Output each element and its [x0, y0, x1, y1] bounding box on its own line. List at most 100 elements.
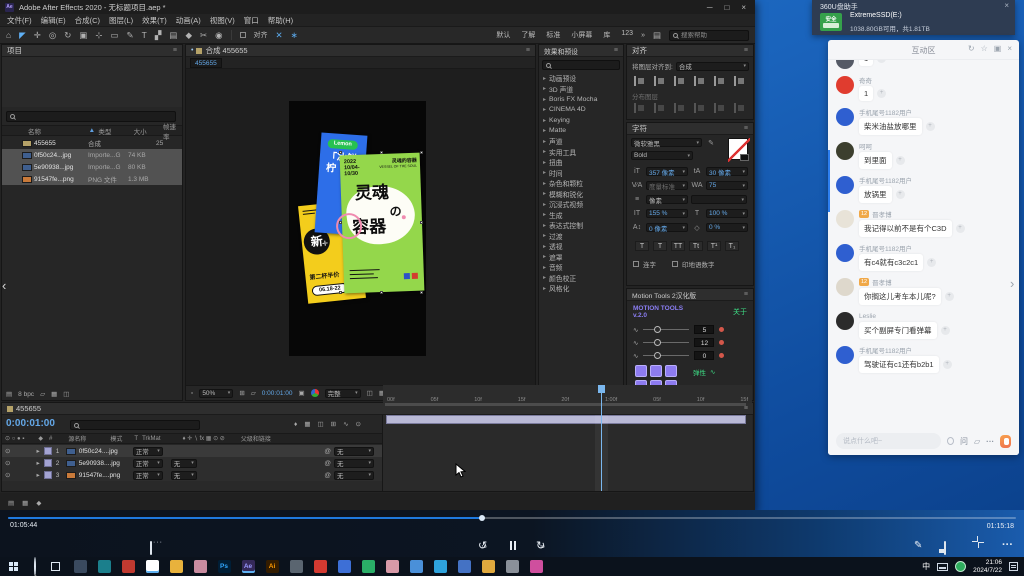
twirl-icon[interactable]: ▸ [543, 159, 546, 166]
parent-select[interactable]: 无▾ [334, 447, 374, 456]
notes-pencil-icon[interactable]: ✎ [914, 541, 922, 551]
trkmat-select[interactable]: 无▾ [171, 471, 197, 480]
layer-name[interactable]: 5e90938....jpg [79, 460, 133, 467]
graph-editor-icon[interactable]: ⊙ [356, 420, 361, 428]
timeline-search-input[interactable] [82, 422, 146, 429]
notification-center-icon[interactable] [1009, 562, 1018, 571]
effect-category[interactable]: ▸ Keying [539, 115, 623, 126]
chat-message[interactable]: 手机尾号1182用户 驾驶证有c1还有b2b1 + [836, 346, 1011, 373]
project-row[interactable]: 455655 合成 25 [2, 137, 182, 149]
twirl-icon[interactable]: ▸ [543, 201, 546, 208]
motion-tools-tab[interactable]: Motion Tools 2汉化版≡ [627, 289, 753, 301]
ask-label[interactable]: 问 [960, 436, 968, 447]
mask-visibility-icon[interactable]: ✕ [276, 31, 283, 40]
clock[interactable]: 21:062024/7/22 [973, 559, 1002, 575]
delete-icon[interactable]: ◫ [63, 390, 69, 398]
panel-menu-icon[interactable]: ≡ [526, 47, 530, 54]
poster-green-layer[interactable]: 2022 10/04- 10/30 灵魂的容器 VESSEL OF THE SO… [340, 153, 425, 294]
eye-icon[interactable]: ⊙ [5, 471, 10, 479]
distribute-icon[interactable] [673, 103, 686, 113]
chat-message[interactable]: 12 晋孝博 我记得以前不是有个C3D + [836, 210, 1011, 237]
twirl-icon[interactable]: ▸ [543, 190, 546, 197]
menu-item[interactable]: 图层(L) [109, 15, 133, 26]
twirl-icon[interactable]: ▸ [543, 127, 546, 134]
twirl-icon[interactable]: ▸ [543, 274, 546, 281]
avatar[interactable] [836, 176, 854, 194]
avatar[interactable] [836, 60, 854, 69]
effect-category[interactable]: ▸ 过渡 [539, 231, 623, 242]
distribute-icon[interactable] [733, 103, 746, 113]
twirl-icon[interactable]: ▸ [543, 138, 546, 145]
panel-menu-icon[interactable]: ≡ [744, 405, 748, 412]
workspace-tab[interactable]: 标准 [546, 30, 560, 40]
slider-knob[interactable] [654, 339, 661, 346]
project-columns[interactable]: 名称 ▲ 类型 大小 帧速率 [2, 125, 182, 136]
effect-category[interactable]: ▸ 透视 [539, 241, 623, 252]
brush-tool-icon[interactable]: ▞ [155, 31, 162, 40]
effects-search-input[interactable] [554, 62, 606, 69]
chat-input[interactable] [836, 433, 941, 449]
sort-icon[interactable]: ▲ [89, 127, 99, 134]
panel-menu-icon[interactable]: ≡ [173, 47, 177, 54]
trkmat-select[interactable]: 无▾ [171, 459, 197, 468]
selection-handle[interactable] [380, 291, 383, 294]
taskbar-app-icon[interactable] [314, 560, 327, 573]
chat-message-list[interactable]: 1 + 奇奇 1 + [828, 60, 1019, 427]
avatar[interactable] [836, 108, 854, 126]
blend-mode-select[interactable]: 正常▾ [133, 447, 163, 456]
chat-message[interactable]: 手机尾号1182用户 柴米油盐放哪里 + [836, 108, 1011, 135]
close-button[interactable]: × [741, 3, 746, 12]
message-emoji-icon[interactable]: + [945, 292, 954, 301]
distribute-icon[interactable] [653, 103, 666, 113]
viewer-timecode[interactable]: 0:00:01:00 [262, 390, 293, 397]
ask-toggle-icon[interactable] [947, 437, 954, 445]
mask-toggle-icon[interactable]: ▱ [251, 389, 256, 397]
label-color-chip[interactable] [44, 459, 52, 467]
horizontal-scale-select[interactable]: 100 %▾ [706, 209, 748, 218]
snapshot-icon[interactable]: ▣ [299, 389, 305, 397]
selection-handle[interactable] [420, 151, 423, 154]
motion-blur-toggle-icon[interactable]: ∿ [343, 420, 348, 428]
composition-mini-flowchart-icon[interactable]: ♦ [294, 421, 297, 428]
message-emoji-icon[interactable]: + [927, 258, 936, 267]
type-style-button[interactable]: T₁ [725, 241, 739, 251]
effect-category[interactable]: ▸ 沉浸式视频 [539, 199, 623, 210]
effect-category[interactable]: ▸ 遮罩 [539, 252, 623, 263]
seek-knob[interactable] [479, 515, 485, 521]
interpret-footage-icon[interactable]: ▤ [6, 390, 12, 398]
time-ruler[interactable]: 00f05f10f15f20f1:00f05f10f15f [383, 385, 752, 403]
puppet-pin-tool-icon[interactable]: ◉ [215, 31, 222, 40]
effect-category[interactable]: ▸ 动画预设 [539, 73, 623, 84]
home-tool-icon[interactable]: ⌂ [6, 31, 11, 40]
timeline-timecode[interactable]: 0:00:01:00 [6, 418, 55, 429]
taskbar-app-icon[interactable] [410, 560, 423, 573]
label-color-chip[interactable] [44, 447, 52, 455]
avatar[interactable] [836, 142, 854, 160]
effect-category[interactable]: ▸ 风格化 [539, 283, 623, 294]
twirl-icon[interactable]: ▸ [543, 117, 546, 124]
frame-blend-icon[interactable]: ⊞ [331, 420, 336, 428]
tray-app-icon[interactable] [955, 561, 966, 572]
effect-category[interactable]: ▸ 模糊和锐化 [539, 189, 623, 200]
parent-select[interactable]: 无▾ [334, 471, 374, 480]
grid-guides-icon[interactable]: ⊞ [239, 389, 244, 397]
blend-mode-select[interactable]: 正常▾ [133, 471, 163, 480]
effect-category[interactable]: ▸ 表达式控制 [539, 220, 623, 231]
draft-3d-icon[interactable]: ▦ [304, 420, 310, 428]
slider-knob[interactable] [654, 352, 661, 359]
distribute-icon[interactable] [693, 103, 706, 113]
taskbar-app-icon[interactable] [482, 560, 495, 573]
baseline-shift-select[interactable]: 0 像素▾ [646, 223, 688, 232]
distribute-icon[interactable] [633, 103, 646, 113]
danmaku-icon[interactable] [150, 543, 152, 554]
twirl-icon[interactable]: ▸ [543, 96, 546, 103]
twirl-icon[interactable]: ▸ [36, 447, 39, 455]
taskbar-app-icon[interactable]: Ai [266, 560, 279, 573]
timeline-search[interactable] [70, 420, 200, 430]
menu-item[interactable]: 合成(C) [75, 15, 100, 26]
chat-message[interactable]: 手机尾号1182用户 有c4就有c3c2c1 + [836, 244, 1011, 271]
color-depth-label[interactable]: 8 bpc [18, 391, 34, 398]
effect-category[interactable]: ▸ 3D 声道 [539, 84, 623, 95]
work-area-bar[interactable] [385, 403, 746, 406]
twirl-icon[interactable]: ▸ [543, 211, 546, 218]
